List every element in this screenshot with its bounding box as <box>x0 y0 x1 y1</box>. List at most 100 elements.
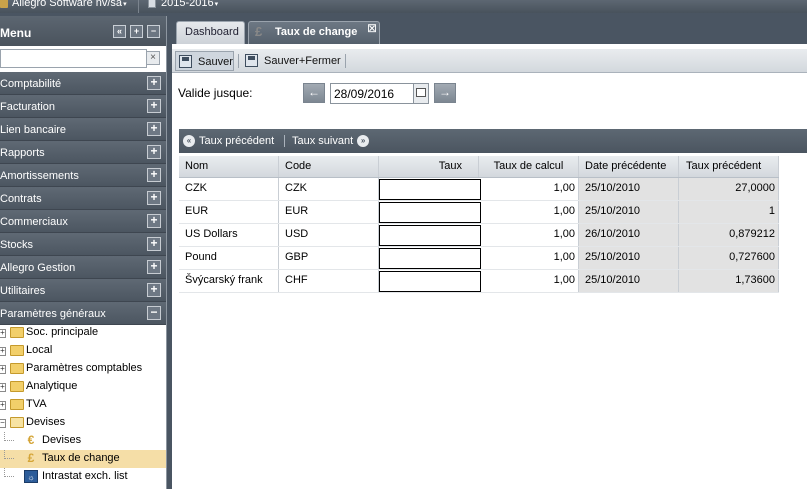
cell-code: CZK <box>279 178 379 200</box>
collapse-icon[interactable]: − <box>0 419 6 428</box>
chevron-down-icon: ▾ <box>123 1 127 8</box>
tree-folder-label: Local <box>26 344 53 356</box>
rate-input[interactable] <box>379 225 481 246</box>
tree-connector <box>4 450 14 459</box>
euro-icon: € <box>27 433 35 447</box>
save-button[interactable]: Sauver <box>175 51 234 71</box>
exchange-rate-icon: £ <box>27 451 35 465</box>
cell-taux-precedent: 1 <box>679 201 779 223</box>
menu-item[interactable]: Lien bancaire + <box>0 118 166 141</box>
column-header-taux-precedent[interactable]: Taux précédent <box>679 156 779 177</box>
company-selector[interactable]: Allegro Software nv/sa ▾ <box>0 0 127 9</box>
expand-icon[interactable]: + <box>0 329 6 338</box>
cell-taux-precedent: 0,879212 <box>679 224 779 246</box>
tree-folder[interactable]: + Paramètres comptables <box>0 360 166 378</box>
tab-exchange-rates[interactable]: £ Taux de change ⊠ <box>248 21 380 44</box>
tree-folder[interactable]: + TVA <box>0 396 166 414</box>
tree-connector <box>4 468 14 477</box>
expand-icon[interactable]: + <box>147 145 161 159</box>
next-rates-button[interactable]: Taux suivant» <box>292 135 370 148</box>
divider <box>345 54 346 68</box>
menu-item[interactable]: Amortissements + <box>0 164 166 187</box>
column-header-nom[interactable]: Nom <box>179 156 279 177</box>
menu-item[interactable]: Stocks + <box>0 233 166 256</box>
menu-item[interactable]: Contrats + <box>0 187 166 210</box>
folder-icon <box>10 327 24 338</box>
table-row[interactable]: Švýcarský frank CHF 1,00 25/10/2010 1,73600 <box>179 270 779 293</box>
expand-icon[interactable]: + <box>147 168 161 182</box>
tree-leaf[interactable]: ☼ Intrastat exch. list <box>0 468 166 486</box>
column-header-taux[interactable]: Taux <box>379 156 479 177</box>
expand-icon[interactable]: + <box>147 283 161 297</box>
menu-item-label: Rapports <box>0 147 45 159</box>
date-picker-button[interactable] <box>413 83 429 104</box>
tree-leaf-label: Devises <box>42 434 82 446</box>
menu-item[interactable]: Comptabilité + <box>0 72 166 95</box>
table-row[interactable]: US Dollars USD 1,00 26/10/2010 0,879212 <box>179 224 779 247</box>
collapse-all-icon[interactable]: − <box>147 25 160 38</box>
expand-icon[interactable]: + <box>0 401 6 410</box>
table-row[interactable]: Pound GBP 1,00 25/10/2010 0,727600 <box>179 247 779 270</box>
divider <box>138 0 139 13</box>
tree-leaf[interactable]: £ Taux de change <box>0 450 166 468</box>
table-body: CZK CZK 1,00 25/10/2010 27,0000 EUR EUR 1,00 25/… <box>179 178 779 293</box>
rate-input[interactable] <box>379 248 481 269</box>
cell-taux-precedent: 0,727600 <box>679 247 779 269</box>
tree-folder[interactable]: + Soc. principale <box>0 324 166 342</box>
eu-flag-icon: ☼ <box>24 470 38 483</box>
expand-icon[interactable]: + <box>147 191 161 205</box>
cell-taux-precedent: 1,73600 <box>679 270 779 292</box>
expand-icon[interactable]: + <box>0 365 6 374</box>
save-close-button[interactable]: Sauver+Fermer <box>242 51 344 71</box>
left-panel: Menu « + − × Comptabilité + Facturation + Li… <box>0 16 167 489</box>
tree-folder[interactable]: − Devises <box>0 414 166 432</box>
toolbar: Sauver Sauver+Fermer <box>172 49 807 73</box>
cell-nom: CZK <box>179 178 279 200</box>
rate-input[interactable] <box>379 179 481 200</box>
expand-icon[interactable]: + <box>0 383 6 392</box>
collapse-icon[interactable]: − <box>147 306 161 320</box>
tree-folder-label: TVA <box>26 398 47 410</box>
tab-label: Dashboard <box>185 26 239 38</box>
column-header-code[interactable]: Code <box>279 156 379 177</box>
expand-icon[interactable]: + <box>147 237 161 251</box>
menu-item[interactable]: Rapports + <box>0 141 166 164</box>
menu-item[interactable]: Utilitaires + <box>0 279 166 302</box>
previous-date-button[interactable]: ← <box>303 83 325 103</box>
tree-leaf[interactable]: € Devises <box>0 432 166 450</box>
collapse-panel-icon[interactable]: « <box>113 25 126 38</box>
close-icon[interactable]: ⊠ <box>367 18 377 39</box>
rate-input[interactable] <box>379 271 481 292</box>
expand-icon[interactable]: + <box>147 260 161 274</box>
clear-search-icon[interactable]: × <box>146 51 160 65</box>
expand-icon[interactable]: + <box>147 99 161 113</box>
next-date-button[interactable]: → <box>434 83 456 103</box>
menu-item-label: Lien bancaire <box>0 124 67 136</box>
menu-item[interactable]: Commerciaux + <box>0 210 166 233</box>
expand-all-icon[interactable]: + <box>130 25 143 38</box>
rate-input[interactable] <box>379 202 481 223</box>
fiscal-year-selector[interactable]: 2015-2016 ▾ <box>148 0 218 9</box>
expand-icon[interactable]: + <box>147 214 161 228</box>
valid-until-date-input[interactable] <box>330 83 414 104</box>
column-header-date-precedente[interactable]: Date précédente <box>579 156 679 177</box>
table-row[interactable]: CZK CZK 1,00 25/10/2010 27,0000 <box>179 178 779 201</box>
tab-dashboard[interactable]: Dashboard <box>176 21 245 44</box>
previous-rates-button[interactable]: « Taux précédent <box>183 135 274 148</box>
expand-icon[interactable]: + <box>147 76 161 90</box>
folder-icon <box>10 417 24 428</box>
menu-item[interactable]: Paramètres généraux − <box>0 302 166 325</box>
menu-search-input[interactable] <box>0 49 147 68</box>
menu-title: Menu <box>0 26 32 40</box>
expand-icon[interactable]: + <box>0 347 6 356</box>
tree-folder[interactable]: + Analytique <box>0 378 166 396</box>
expand-icon[interactable]: + <box>147 122 161 136</box>
menu-item-label: Allegro Gestion <box>0 262 76 274</box>
column-header-taux-de-calcul[interactable]: Taux de calcul <box>479 156 579 177</box>
table-row[interactable]: EUR EUR 1,00 25/10/2010 1 <box>179 201 779 224</box>
menu-item[interactable]: Facturation + <box>0 95 166 118</box>
menu-item[interactable]: Allegro Gestion + <box>0 256 166 279</box>
cell-code: EUR <box>279 201 379 223</box>
tree-folder[interactable]: + Local <box>0 342 166 360</box>
menu-header: Menu « + − <box>0 16 166 46</box>
